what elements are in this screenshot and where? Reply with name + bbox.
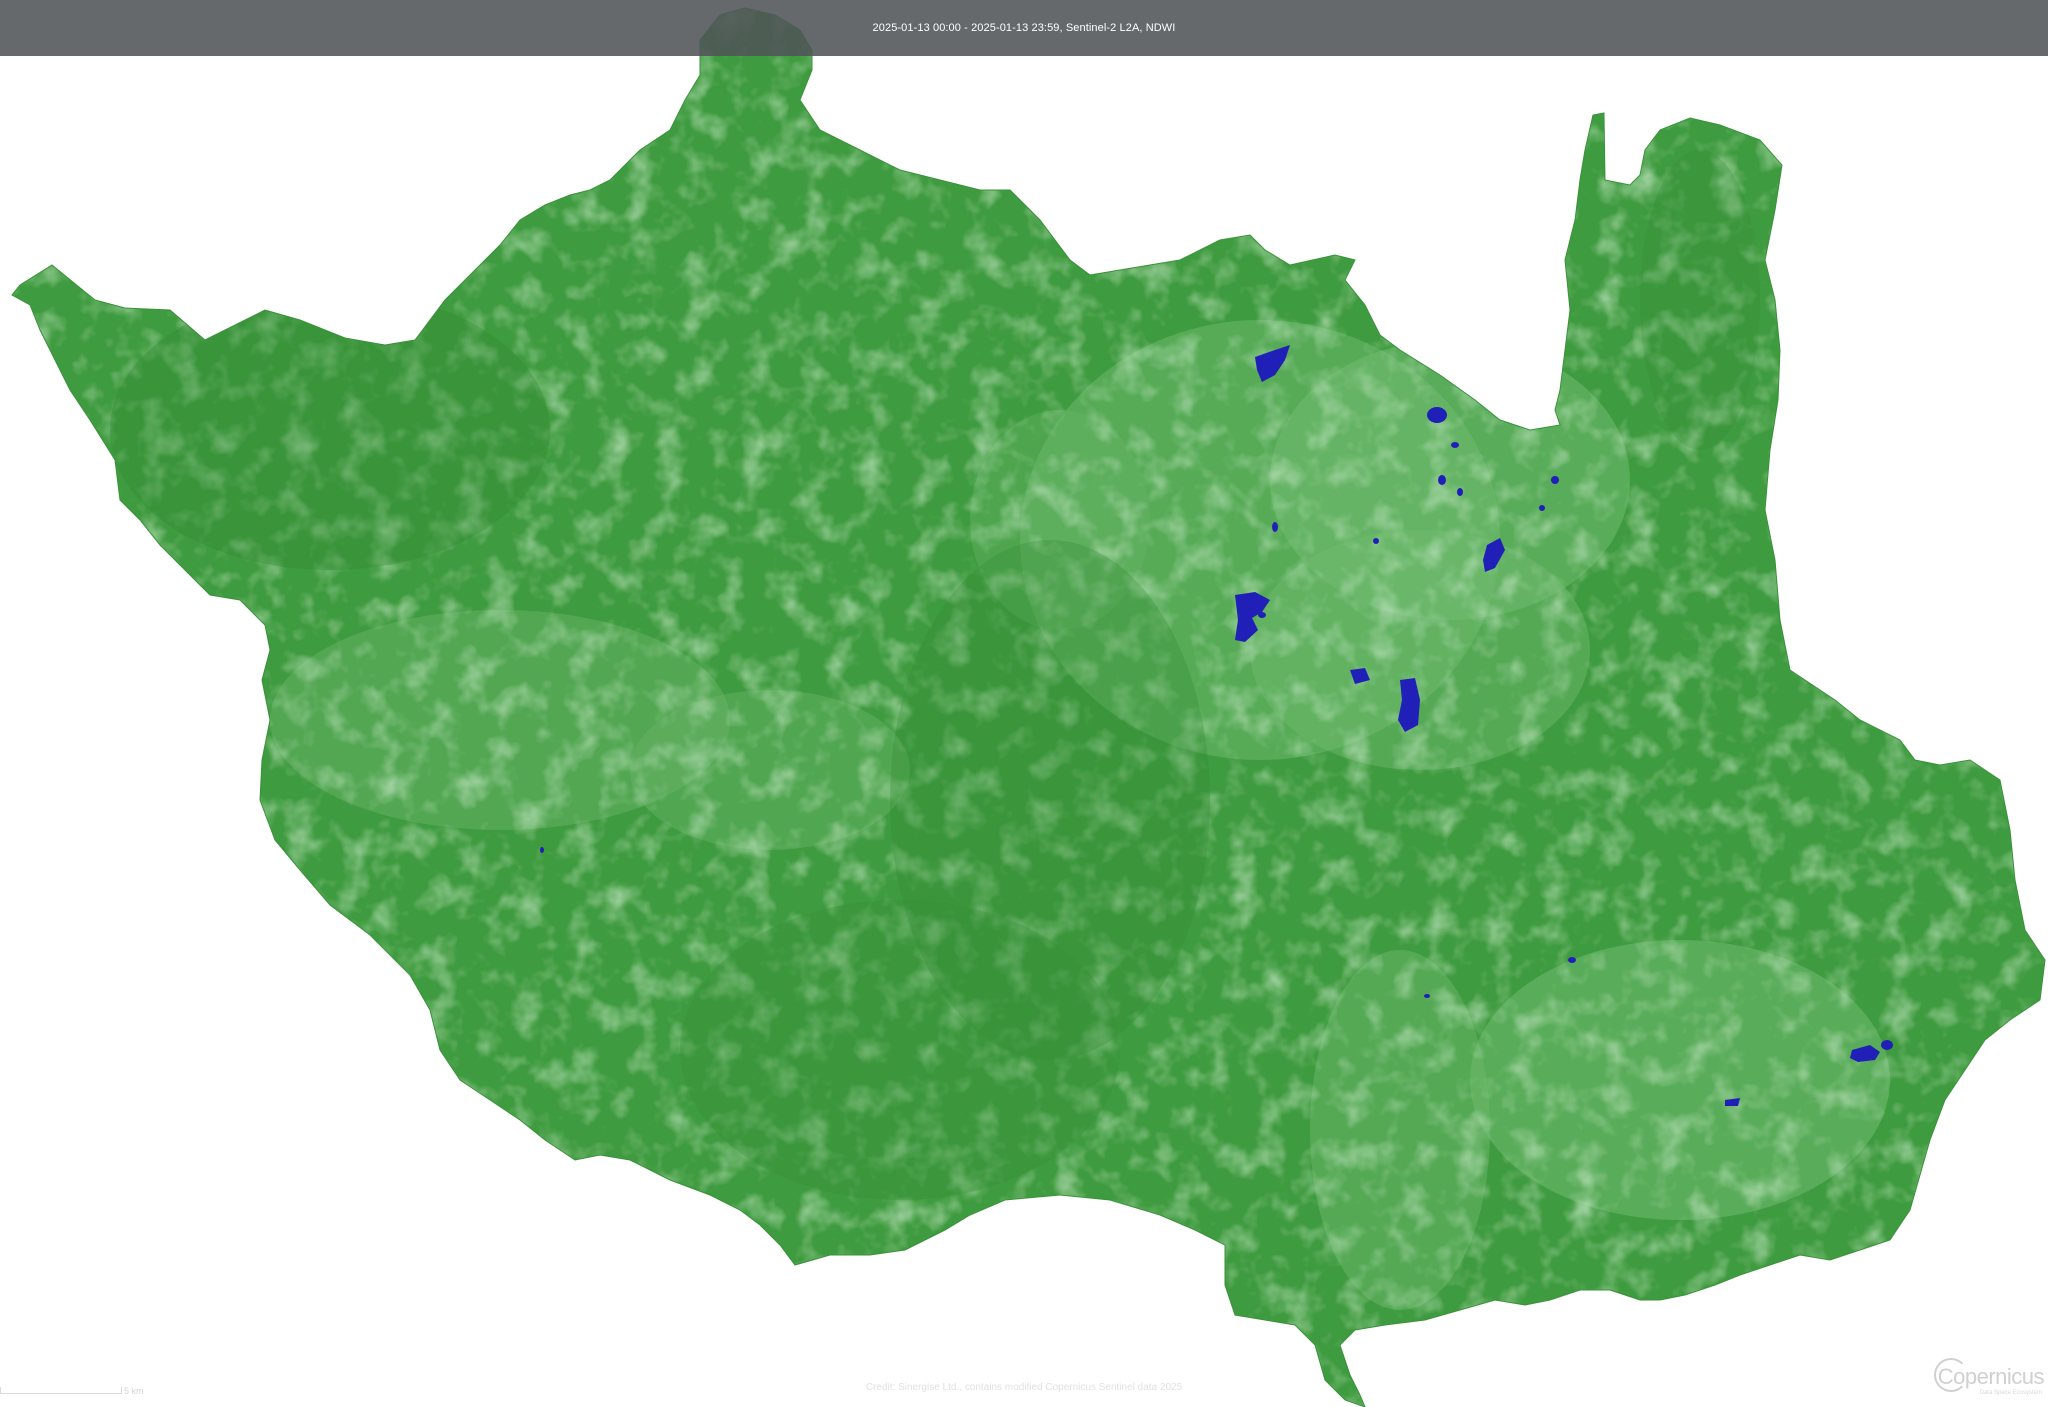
lake: [1427, 407, 1447, 423]
lake: [1457, 488, 1463, 496]
lake: [1272, 522, 1278, 532]
lake: [540, 847, 544, 853]
lake: [1398, 678, 1420, 732]
lake: [1881, 1040, 1893, 1050]
map-page: 2025-01-13 00:00 - 2025-01-13 23:59, Sen…: [0, 0, 2048, 1407]
attribution-credit: Credit: Sinergise Ltd., contains modifie…: [865, 1382, 1183, 1393]
top-bar: 2025-01-13 00:00 - 2025-01-13 23:59, Sen…: [0, 0, 2048, 56]
lake: [1438, 475, 1446, 485]
logo-tagline: Data Space Ecosystem: [1979, 1390, 2042, 1396]
map-title: 2025-01-13 00:00 - 2025-01-13 23:59, Sen…: [872, 22, 1176, 34]
lake: [1568, 957, 1576, 963]
lake: [1424, 994, 1430, 998]
lake: [1539, 505, 1545, 511]
lake: [1258, 612, 1266, 618]
lake: [1373, 538, 1379, 544]
copernicus-logo: Copernicus Data Space Ecosystem: [1934, 1358, 2045, 1402]
ndwi-map[interactable]: [0, 0, 2048, 1407]
lake: [1451, 442, 1459, 448]
logo-wordmark: Copernicus: [1937, 1364, 2045, 1389]
lake: [1551, 476, 1559, 484]
